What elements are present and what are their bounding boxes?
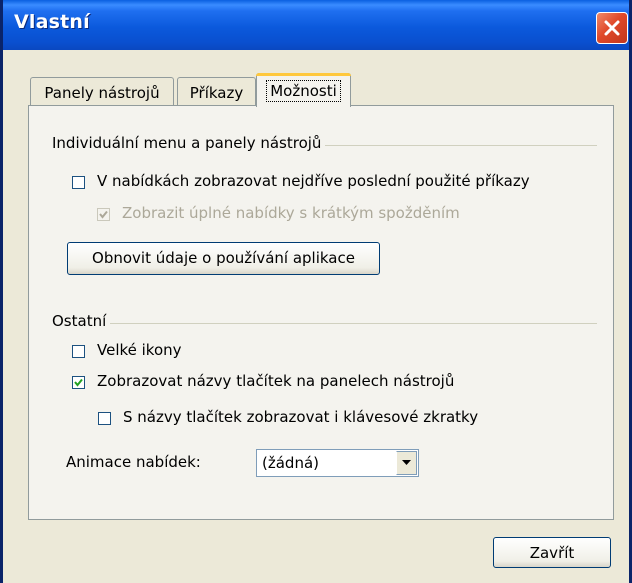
full-menus-delay-checkbox[interactable]	[97, 208, 110, 221]
tab-prikazy[interactable]: Příkazy	[177, 77, 256, 105]
large-icons-label[interactable]: Velké ikony	[97, 341, 182, 359]
menu-animation-select[interactable]: (žádná)	[256, 449, 419, 477]
dialog-window: Vlastní Panely nástrojů Příkazy Možnosti…	[0, 0, 632, 583]
group-title-other: Ostatní	[52, 312, 111, 330]
show-tooltips-checkbox[interactable]	[72, 376, 85, 389]
title-bar[interactable]: Vlastní	[3, 0, 629, 50]
window-title: Vlastní	[14, 11, 90, 33]
tab-label: Možnosti	[266, 80, 341, 102]
group-divider	[52, 323, 597, 324]
menu-animation-label: Animace nabídek:	[66, 453, 201, 471]
close-button[interactable]: Zavřít	[493, 537, 611, 568]
tab-label: Příkazy	[189, 84, 244, 102]
close-button-label: Zavřít	[529, 544, 575, 562]
recent-commands-label[interactable]: V nabídkách zobrazovat nejdříve poslední…	[97, 172, 530, 190]
menu-animation-value: (žádná)	[262, 454, 319, 472]
show-tooltips-label[interactable]: Zobrazovat názvy tlačítek na panelech ná…	[97, 372, 454, 390]
reset-usage-data-button[interactable]: Obnovit údaje o používání aplikace	[67, 242, 380, 275]
show-shortcuts-label[interactable]: S názvy tlačítek zobrazovat i klávesové …	[123, 408, 478, 426]
dropdown-button[interactable]	[396, 451, 417, 475]
group-title-individual: Individuální menu a panely nástrojů	[52, 134, 326, 152]
close-window-button[interactable]	[596, 12, 628, 44]
show-shortcuts-checkbox[interactable]	[98, 412, 111, 425]
reset-usage-data-label: Obnovit údaje o používání aplikace	[92, 249, 355, 267]
recent-commands-checkbox[interactable]	[72, 176, 85, 189]
tab-panely-nastroju[interactable]: Panely nástrojů	[30, 77, 174, 105]
large-icons-checkbox[interactable]	[72, 345, 85, 358]
tab-label: Panely nástrojů	[44, 84, 160, 102]
tab-moznosti[interactable]: Možnosti	[256, 73, 351, 107]
full-menus-delay-label: Zobrazit úplné nabídky s krátkým spožděn…	[122, 204, 460, 222]
